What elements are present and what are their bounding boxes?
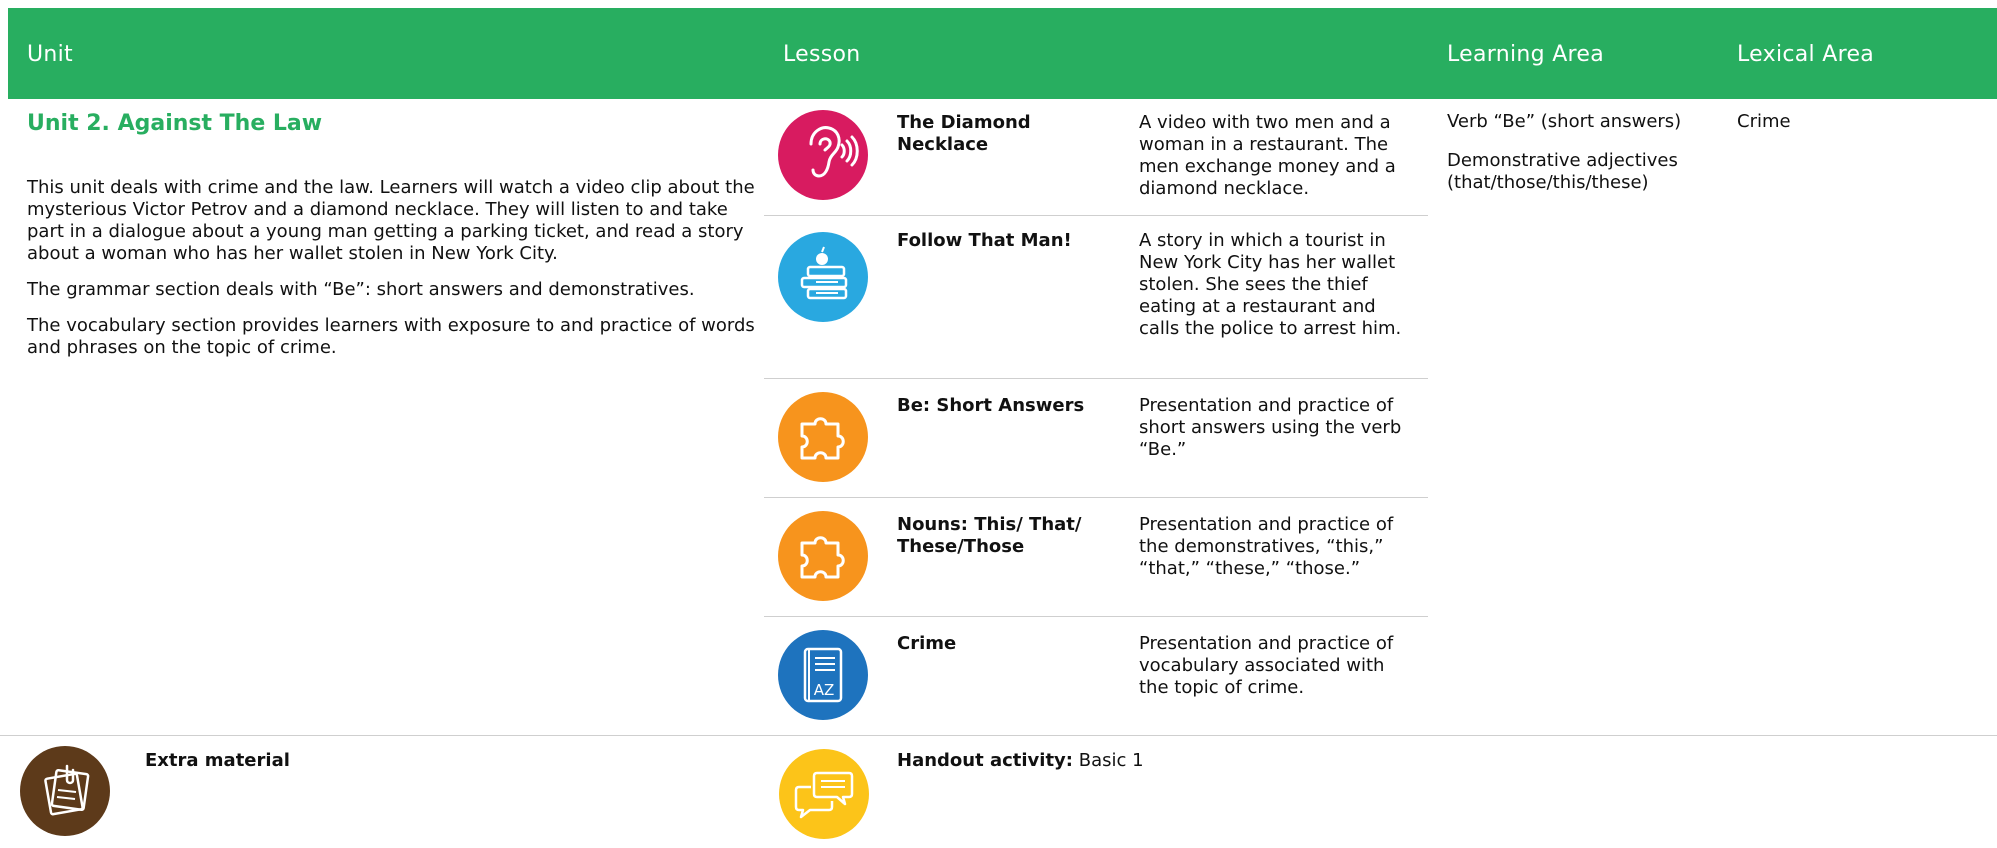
chat-bubbles-icon: [779, 749, 869, 839]
extra-material-label: Extra material: [145, 750, 290, 771]
lexical-area-cell: Crime: [1737, 111, 1791, 132]
lesson-row: Follow That Man! A story in which a tour…: [764, 216, 1428, 379]
lesson-title: The Diamond Necklace: [897, 112, 1031, 155]
lesson-row: Be: Short Answers Presentation and pract…: [764, 379, 1428, 498]
svg-text:AZ: AZ: [814, 681, 835, 699]
table-header: Unit Lesson Learning Area Lexical Area: [8, 8, 1997, 99]
learning-area-item: Demonstrative adjectives (that/those/thi…: [1447, 150, 1678, 193]
lesson-description: A video with two men and a woman in a re…: [1139, 112, 1396, 199]
lesson-description: Presentation and practice of vocabulary …: [1139, 633, 1394, 698]
header-lexical-area: Lexical Area: [1737, 42, 1875, 67]
handout-value: Basic 1: [1078, 750, 1144, 771]
header-lesson: Lesson: [783, 42, 861, 67]
lesson-row: AZ Crime Presentation and practice of vo…: [764, 617, 1428, 735]
unit-paragraph: This unit deals with crime and the law. …: [27, 177, 755, 264]
lesson-description: Presentation and practice of the demonst…: [1139, 514, 1394, 579]
lesson-description: Presentation and practice of short answe…: [1139, 395, 1402, 460]
dictionary-icon: AZ: [778, 630, 868, 720]
lesson-row: Nouns: This/ That/ These/Those Presentat…: [764, 498, 1428, 617]
books-apple-icon: [778, 232, 868, 322]
learning-area-cell: Verb “Be” (short answers) Demonstrative …: [1447, 111, 1717, 211]
lesson-title: Nouns: This/ That/ These/Those: [897, 514, 1082, 557]
lesson-title: Be: Short Answers: [897, 395, 1085, 416]
header-learning-area: Learning Area: [1447, 42, 1605, 67]
handout-label: Handout activity:: [897, 750, 1073, 771]
ear-icon: [778, 110, 868, 200]
lesson-description: A story in which a tourist in New York C…: [1139, 230, 1402, 339]
puzzle-icon: [778, 511, 868, 601]
unit-description: This unit deals with crime and the law. …: [27, 177, 757, 373]
unit-paragraph: The vocabulary section provides learners…: [27, 315, 755, 358]
unit-paragraph: The grammar section deals with “Be”: sho…: [27, 279, 695, 300]
row-divider: [0, 735, 1997, 736]
lesson-row: The Diamond Necklace A video with two me…: [764, 99, 1428, 216]
learning-area-item: Verb “Be” (short answers): [1447, 111, 1682, 132]
notes-icon: [20, 746, 110, 836]
lesson-title: Crime: [897, 633, 957, 654]
unit-title: Unit 2. Against The Law: [27, 111, 323, 136]
handout-activity: Handout activity: Basic 1: [897, 750, 1144, 771]
puzzle-icon: [778, 392, 868, 482]
header-unit: Unit: [27, 42, 73, 67]
lesson-title: Follow That Man!: [897, 230, 1072, 251]
